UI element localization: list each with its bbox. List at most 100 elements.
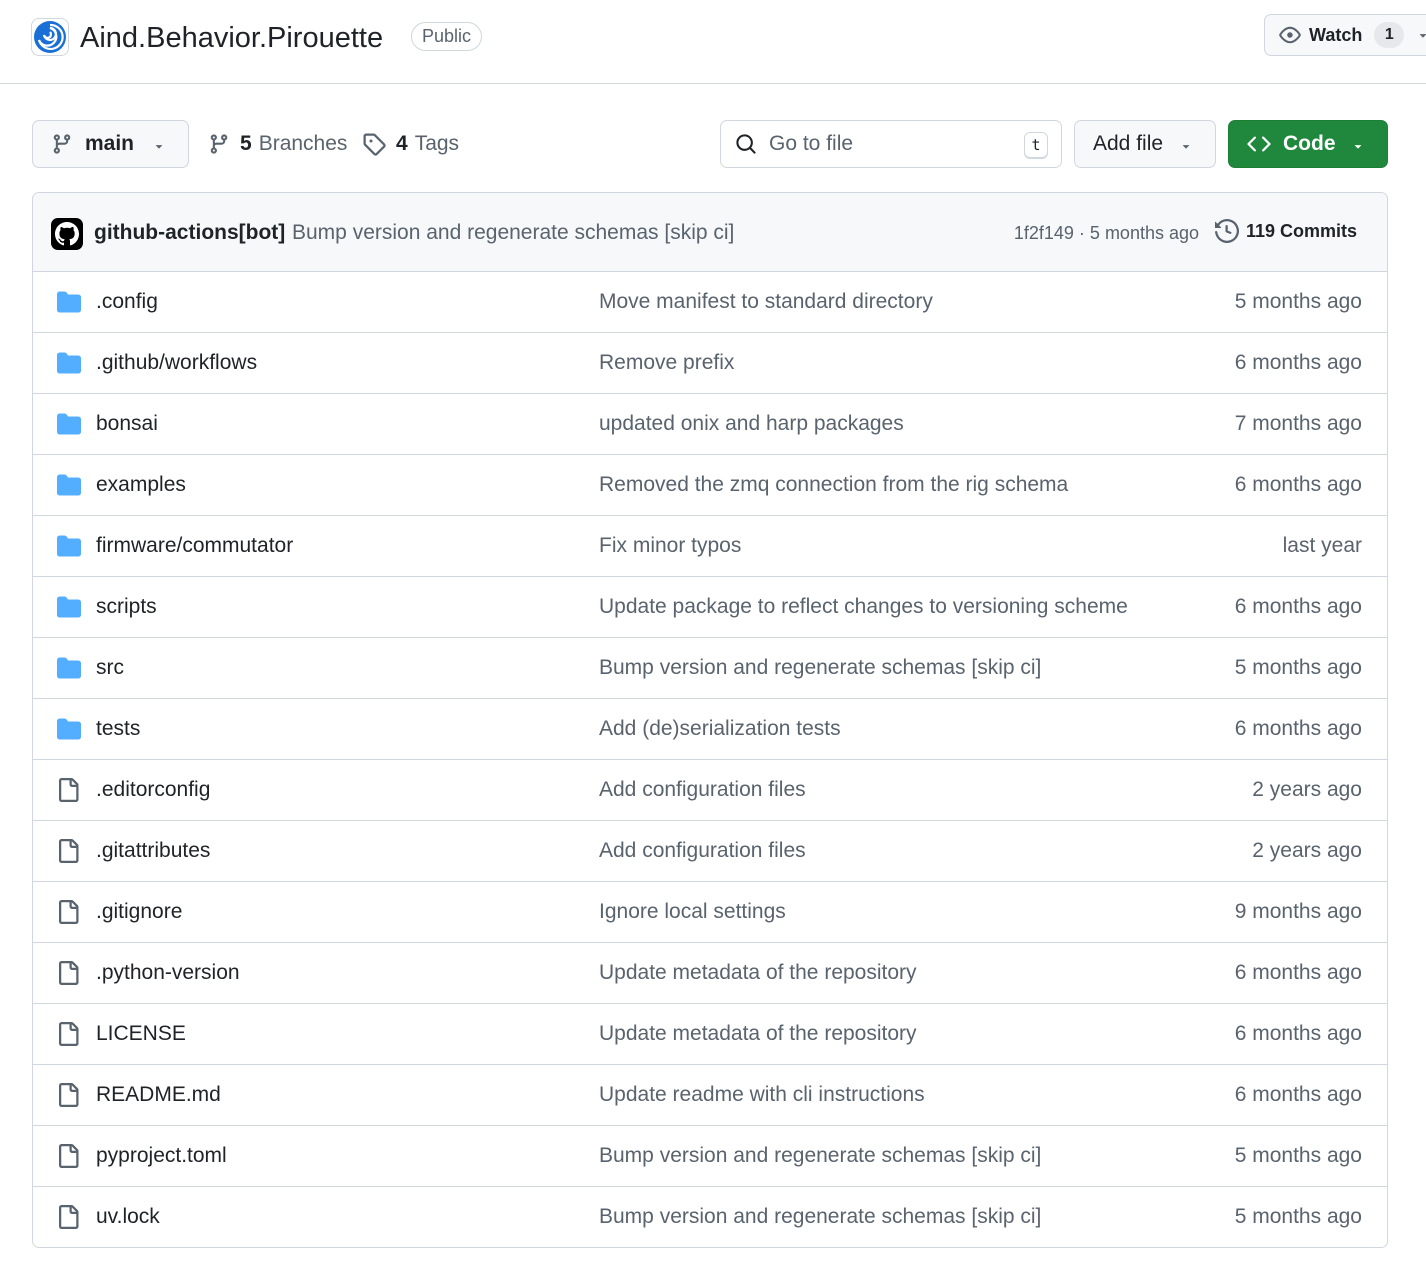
- tags-label: Tags: [414, 132, 460, 155]
- file-name-link[interactable]: .gitignore: [96, 900, 182, 924]
- file-commit-age: 2 years ago: [1252, 778, 1362, 801]
- code-label: Code: [1283, 132, 1336, 155]
- file-commit-message-link[interactable]: Update package to reflect changes to ver…: [599, 595, 1128, 619]
- file-commit-message-link[interactable]: Add configuration files: [599, 778, 806, 802]
- file-commit-age: 9 months ago: [1234, 900, 1362, 923]
- file-name-link[interactable]: LICENSE: [96, 1022, 186, 1046]
- file-name-link[interactable]: .python-version: [96, 961, 240, 985]
- file-icon: [56, 1205, 80, 1229]
- table-row[interactable]: .editorconfig Add configuration files 2 ye…: [33, 760, 1387, 821]
- search-icon: [735, 133, 757, 155]
- watch-button[interactable]: Watch 1: [1264, 14, 1426, 56]
- file-name-link[interactable]: src: [96, 656, 124, 680]
- table-row[interactable]: pyproject.toml Bump version and regenerat…: [33, 1126, 1387, 1187]
- file-name-link[interactable]: scripts: [96, 595, 157, 619]
- folder-icon: [56, 534, 82, 558]
- file-commit-age: 2 years ago: [1252, 839, 1362, 862]
- file-commit-age: 6 months ago: [1234, 961, 1362, 984]
- file-commit-message-link[interactable]: Update metadata of the repository: [599, 1022, 917, 1046]
- table-row[interactable]: firmware/commutator Fix minor typos last y…: [33, 516, 1387, 577]
- commits-history-link[interactable]: 119 Commits: [1214, 219, 1357, 243]
- branch-name: main: [85, 132, 135, 155]
- file-commit-age: 6 months ago: [1234, 595, 1362, 618]
- tags-link[interactable]: 4 Tags: [362, 128, 459, 160]
- file-name-link[interactable]: .editorconfig: [96, 778, 210, 802]
- table-row[interactable]: .github/workflows Remove prefix 6 months a…: [33, 333, 1387, 394]
- code-icon: [1247, 132, 1271, 156]
- file-commit-message-link[interactable]: Add configuration files: [599, 839, 806, 863]
- file-name-link[interactable]: bonsai: [96, 412, 158, 436]
- folder-icon: [56, 412, 82, 436]
- file-commit-age: 6 months ago: [1234, 351, 1362, 374]
- visibility-badge: Public: [411, 22, 483, 51]
- go-to-file-input[interactable]: Go to file t: [720, 120, 1062, 168]
- history-icon: [1214, 219, 1239, 243]
- file-commit-age: 7 months ago: [1234, 412, 1362, 435]
- file-name-link[interactable]: README.md: [96, 1083, 221, 1107]
- file-commit-age: 6 months ago: [1234, 473, 1362, 496]
- avatar[interactable]: [51, 218, 83, 250]
- table-row[interactable]: bonsai updated onix and harp packages 7 mo…: [33, 394, 1387, 455]
- commit-message[interactable]: Bump version and regenerate schemas [ski…: [292, 221, 734, 245]
- file-commit-message-link[interactable]: updated onix and harp packages: [599, 412, 904, 436]
- git-branch-icon: [208, 133, 230, 155]
- file-icon: [56, 900, 80, 924]
- file-commit-message-link[interactable]: Add (de)serialization tests: [599, 717, 841, 741]
- file-commit-message-link[interactable]: Fix minor typos: [599, 534, 741, 558]
- file-name-link[interactable]: tests: [96, 717, 140, 741]
- chevron-down-icon: [1416, 28, 1426, 42]
- folder-icon: [56, 656, 82, 680]
- table-row[interactable]: .gitattributes Add configuration files 2 y…: [33, 821, 1387, 882]
- file-commit-message-link[interactable]: Bump version and regenerate schemas [ski…: [599, 1144, 1041, 1168]
- branch-selector[interactable]: main: [32, 120, 189, 168]
- chevron-down-icon: [1179, 139, 1193, 153]
- file-icon: [56, 778, 80, 802]
- table-row[interactable]: src Bump version and regenerate schemas […: [33, 638, 1387, 699]
- file-commit-message-link[interactable]: Update readme with cli instructions: [599, 1083, 925, 1107]
- file-name-link[interactable]: .config: [96, 290, 158, 314]
- file-commit-message-link[interactable]: Removed the zmq connection from the rig …: [599, 473, 1068, 497]
- file-name-link[interactable]: .github/workflows: [96, 351, 257, 375]
- repo-header: Aind.Behavior.Pirouette Public Watch 1: [0, 0, 1426, 84]
- table-row[interactable]: uv.lock Bump version and regenerate schem…: [33, 1187, 1387, 1247]
- table-row[interactable]: .config Move manifest to standard directo…: [33, 272, 1387, 333]
- table-row[interactable]: tests Add (de)serialization tests 6 months…: [33, 699, 1387, 760]
- table-row[interactable]: .python-version Update metadata of the re…: [33, 943, 1387, 1004]
- file-commit-message-link[interactable]: Update metadata of the repository: [599, 961, 917, 985]
- table-row[interactable]: LICENSE Update metadata of the repository…: [33, 1004, 1387, 1065]
- swirl-logo-icon: [34, 21, 66, 53]
- add-file-button[interactable]: Add file: [1074, 120, 1216, 168]
- folder-icon: [56, 290, 82, 314]
- file-commit-message-link[interactable]: Remove prefix: [599, 351, 734, 375]
- table-row[interactable]: .gitignore Ignore local settings 9 months …: [33, 882, 1387, 943]
- watch-count: 1: [1374, 22, 1405, 48]
- file-commit-message-link[interactable]: Move manifest to standard directory: [599, 290, 933, 314]
- chevron-down-icon: [152, 139, 166, 153]
- file-commit-age: last year: [1282, 534, 1362, 557]
- branches-label: Branches: [258, 132, 348, 155]
- eye-icon: [1279, 24, 1301, 46]
- file-name-link[interactable]: uv.lock: [96, 1205, 160, 1229]
- table-row[interactable]: scripts Update package to reflect changes…: [33, 577, 1387, 638]
- code-button[interactable]: Code: [1228, 120, 1388, 168]
- file-name-link[interactable]: .gitattributes: [96, 839, 210, 863]
- file-commit-message-link[interactable]: Bump version and regenerate schemas [ski…: [599, 1205, 1041, 1229]
- file-commit-message-link[interactable]: Bump version and regenerate schemas [ski…: [599, 656, 1041, 680]
- file-commit-age: 5 months ago: [1234, 656, 1362, 679]
- table-row[interactable]: examples Removed the zmq connection from …: [33, 455, 1387, 516]
- folder-icon: [56, 351, 82, 375]
- commit-hash-time[interactable]: 1f2f149 · 5 months ago: [1014, 223, 1199, 244]
- chevron-down-icon: [1351, 139, 1365, 153]
- file-name-link[interactable]: pyproject.toml: [96, 1144, 227, 1168]
- repo-avatar[interactable]: [31, 18, 69, 56]
- file-name-link[interactable]: firmware/commutator: [96, 534, 293, 558]
- file-commit-message-link[interactable]: Ignore local settings: [599, 900, 786, 924]
- file-name-link[interactable]: examples: [96, 473, 186, 497]
- github-icon: [55, 222, 79, 246]
- commit-author[interactable]: github-actions[bot]: [94, 221, 285, 245]
- repo-name[interactable]: Aind.Behavior.Pirouette: [80, 18, 383, 58]
- file-list: github-actions[bot] Bump version and reg…: [32, 192, 1388, 1248]
- file-commit-age: 6 months ago: [1234, 1083, 1362, 1106]
- branches-link[interactable]: 5 Branches: [208, 128, 347, 160]
- table-row[interactable]: README.md Update readme with cli instruct…: [33, 1065, 1387, 1126]
